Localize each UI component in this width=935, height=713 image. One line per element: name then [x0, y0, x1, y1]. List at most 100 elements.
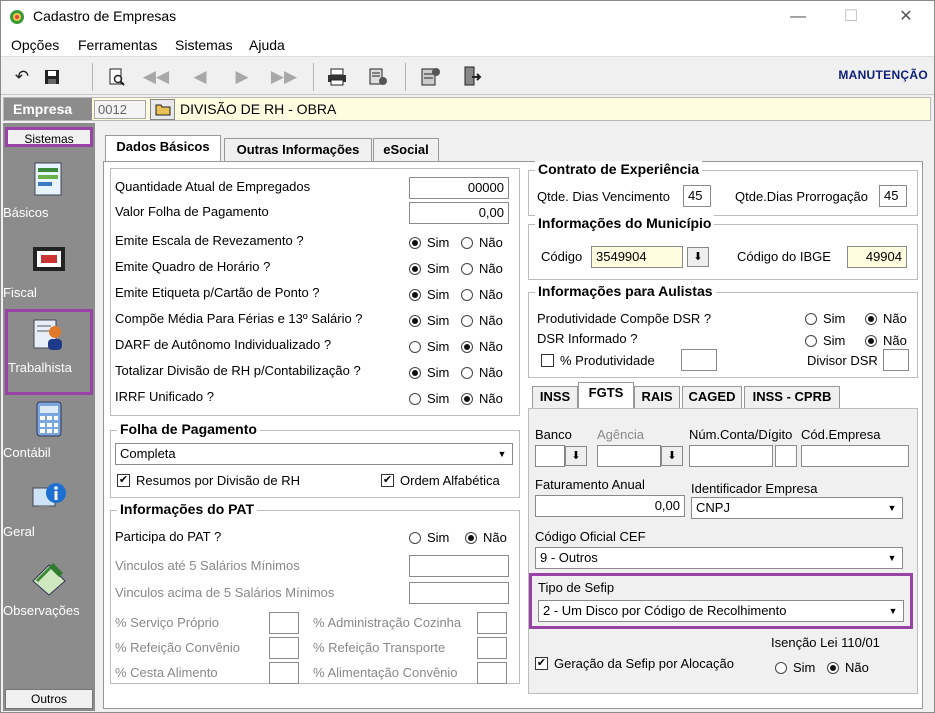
tab-inss-cprb[interactable]: INSS - CPRB: [744, 386, 840, 408]
report-icon[interactable]: [365, 64, 391, 90]
radio-sim[interactable]: Sim: [409, 365, 449, 380]
tab-caged[interactable]: CAGED: [682, 386, 742, 408]
folder-open-icon[interactable]: [150, 99, 175, 120]
produtividade-checkbox[interactable]: % Produtividade: [541, 353, 655, 368]
radio-sim[interactable]: Sim: [409, 261, 449, 276]
radio-nao[interactable]: Não: [461, 287, 503, 302]
radio-sim[interactable]: Sim: [409, 235, 449, 250]
sidebar-sistemas-button[interactable]: Sistemas: [5, 127, 93, 147]
preview-icon[interactable]: [104, 64, 130, 90]
venc-label: Qtde. Dias Vencimento: [537, 189, 670, 204]
vinc5-input[interactable]: [409, 555, 509, 577]
tab-dados-basicos[interactable]: Dados Básicos: [105, 135, 221, 163]
radio-sim[interactable]: Sim: [805, 311, 845, 326]
minimize-icon[interactable]: —: [776, 5, 820, 29]
reftransp-input[interactable]: [477, 637, 507, 659]
tools-icon[interactable]: [417, 64, 443, 90]
resumos-checkbox[interactable]: ✔ Resumos por Divisão de RH: [117, 473, 300, 488]
tab-inss[interactable]: INSS: [532, 386, 578, 408]
radio-nao[interactable]: Não: [461, 339, 503, 354]
sidebar-item-contabil[interactable]: Contábil: [3, 397, 95, 475]
radio-sim[interactable]: Sim: [409, 287, 449, 302]
digito-input[interactable]: [775, 445, 797, 467]
refconv-input[interactable]: [269, 637, 299, 659]
exit-icon[interactable]: [459, 64, 485, 90]
radio-nao[interactable]: Não: [465, 530, 507, 545]
radio-nao[interactable]: Não: [461, 365, 503, 380]
radio-sim[interactable]: Sim: [409, 339, 449, 354]
download-icon[interactable]: ⬇: [565, 446, 587, 466]
radio-nao[interactable]: Não: [865, 333, 907, 348]
radio-sim[interactable]: Sim: [409, 391, 449, 406]
close-icon[interactable]: ✕: [884, 5, 928, 29]
geracao-checkbox[interactable]: ✔ Geração da Sefip por Alocação: [535, 656, 734, 671]
ordem-checkbox[interactable]: ✔ Ordem Alfabética: [381, 473, 500, 488]
ibge-input[interactable]: 49904: [847, 246, 907, 268]
aliconv-input[interactable]: [477, 662, 507, 684]
sidebar-item-geral[interactable]: Geral: [3, 476, 95, 554]
sidebar-label: Fiscal: [3, 285, 37, 300]
banco-input[interactable]: [535, 445, 565, 467]
tab-fgts[interactable]: FGTS: [578, 382, 634, 408]
radio-nao[interactable]: Não: [461, 391, 503, 406]
menu-opcoes[interactable]: Opções: [11, 37, 59, 53]
agencia-label: Agência: [597, 427, 644, 442]
menu-ajuda[interactable]: Ajuda: [249, 37, 285, 53]
sidebar-item-trabalhista[interactable]: Trabalhista: [5, 309, 93, 395]
print-icon[interactable]: [324, 64, 350, 90]
tab-rais[interactable]: RAIS: [634, 386, 680, 408]
admcozinha-input[interactable]: [477, 612, 507, 634]
qtd-input[interactable]: 00000: [409, 177, 509, 199]
folha-input[interactable]: 0,00: [409, 202, 509, 224]
cef-select[interactable]: 9 - Outros ▼: [535, 547, 903, 569]
refconv-label: % Refeição Convênio: [115, 640, 241, 655]
sefip-select[interactable]: 2 - Um Disco por Código de Recolhimento …: [538, 600, 904, 622]
radio-sim[interactable]: Sim: [409, 530, 449, 545]
question-label: Emite Quadro de Horário ?: [115, 259, 271, 274]
maximize-icon[interactable]: ☐: [829, 5, 873, 29]
save-icon[interactable]: [39, 64, 65, 90]
next-record-icon[interactable]: ▶: [229, 64, 255, 90]
codigo-input[interactable]: 3549904: [591, 246, 683, 268]
conta-input[interactable]: [689, 445, 773, 467]
radio-sim[interactable]: Sim: [775, 660, 815, 675]
radio-nao[interactable]: Não: [865, 311, 907, 326]
sidebar-outros-button[interactable]: Outros: [5, 689, 93, 709]
sidebar-item-observacoes[interactable]: Observações: [3, 555, 95, 633]
radio-nao[interactable]: Não: [461, 313, 503, 328]
prorr-input[interactable]: 45: [879, 185, 907, 207]
empresa-code-field[interactable]: 0012: [94, 100, 146, 119]
menu-ferramentas[interactable]: Ferramentas: [78, 37, 157, 53]
servico-label: % Serviço Próprio: [115, 615, 220, 630]
agencia-input[interactable]: [597, 445, 661, 467]
cesta-input[interactable]: [269, 662, 299, 684]
undo-icon[interactable]: ↶: [9, 64, 35, 90]
previous-record-icon[interactable]: ◀: [187, 64, 213, 90]
sidebar-item-fiscal[interactable]: Fiscal: [3, 237, 95, 315]
vincmais-input[interactable]: [409, 582, 509, 604]
radio-sim[interactable]: Sim: [805, 333, 845, 348]
cod-empresa-input[interactable]: [801, 445, 909, 467]
tab-outras-informacoes[interactable]: Outras Informações: [224, 138, 372, 162]
sidebar-item-basicos[interactable]: Básicos: [3, 157, 95, 235]
tab-esocial[interactable]: eSocial: [373, 138, 439, 162]
download-icon[interactable]: ⬇: [687, 247, 709, 267]
folha-select[interactable]: Completa ▼: [115, 443, 513, 465]
radio-nao[interactable]: Não: [461, 261, 503, 276]
mode-label: MANUTENÇÃO: [838, 68, 928, 82]
ident-select[interactable]: CNPJ ▼: [691, 497, 903, 519]
divisor-input[interactable]: [883, 349, 909, 371]
servico-input[interactable]: [269, 612, 299, 634]
radio-nao[interactable]: Não: [461, 235, 503, 250]
venc-input[interactable]: 45: [683, 185, 711, 207]
empresa-name: DIVISÃO DE RH - OBRA: [180, 101, 337, 117]
fat-input[interactable]: 0,00: [535, 495, 685, 517]
radio-nao[interactable]: Não: [827, 660, 869, 675]
last-record-icon[interactable]: ▶▶: [271, 64, 297, 90]
radio-sim[interactable]: Sim: [409, 313, 449, 328]
download-icon[interactable]: ⬇: [661, 446, 683, 466]
calculator-icon: [36, 401, 62, 437]
first-record-icon[interactable]: ◀◀: [143, 64, 169, 90]
produtividade-input[interactable]: [681, 349, 717, 371]
menu-sistemas[interactable]: Sistemas: [175, 37, 233, 53]
